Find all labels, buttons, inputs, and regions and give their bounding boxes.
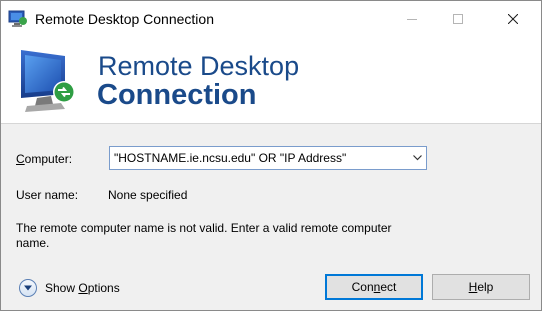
connect-label-pre: Con [351, 280, 374, 294]
remote-desktop-banner-icon [15, 46, 85, 114]
validation-message: The remote computer name is not valid. E… [16, 221, 392, 250]
show-options-label-pre: Show [45, 281, 79, 295]
computer-label-rest: omputer: [24, 152, 73, 166]
banner-title-line2: Connection [97, 79, 257, 111]
computer-label: Computer: [16, 152, 72, 166]
show-options-toggle[interactable]: Show Options [19, 279, 120, 297]
computer-combobox[interactable]: "HOSTNAME.ie.ncsu.edu" OR "IP Address" [109, 146, 427, 170]
close-button[interactable] [490, 1, 536, 38]
maximize-icon [453, 13, 463, 27]
remote-desktop-icon [8, 10, 28, 28]
close-icon [507, 13, 519, 27]
user-name-value: None specified [108, 188, 188, 202]
show-options-label: Show Options [45, 281, 120, 295]
help-button[interactable]: Help [432, 274, 530, 300]
show-options-accesskey: O [78, 281, 88, 295]
banner-title-line1: Remote Desktop [98, 51, 300, 81]
rdc-window: Remote Desktop Connection Remote Desktop… [0, 0, 542, 311]
computer-input-value[interactable]: "HOSTNAME.ie.ncsu.edu" OR "IP Address" [114, 151, 346, 165]
user-name-label: User name: [16, 188, 79, 202]
chevron-down-circle-icon[interactable] [19, 279, 37, 297]
minimize-icon [407, 13, 417, 27]
title-bar[interactable]: Remote Desktop Connection [1, 1, 541, 38]
maximize-button[interactable] [435, 1, 481, 38]
show-options-label-rest: ptions [87, 281, 120, 295]
help-label-rest: elp [477, 280, 494, 294]
connect-button[interactable]: Con n ect [325, 274, 423, 300]
header-banner: Remote Desktop Connection [1, 38, 541, 124]
help-accesskey: H [468, 280, 478, 294]
computer-label-accesskey: C [16, 152, 25, 166]
minimize-button[interactable] [389, 1, 435, 38]
connect-label-rest: ect [380, 280, 397, 294]
chevron-down-icon[interactable] [408, 147, 426, 169]
window-title: Remote Desktop Connection [35, 11, 214, 27]
connect-accesskey: n [373, 280, 381, 294]
